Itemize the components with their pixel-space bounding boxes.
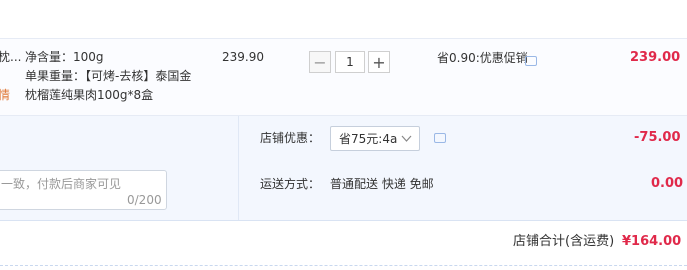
item-attr-fruit: 单果重量：【可烤-去核】泰国金 <box>25 69 192 83</box>
panel-divider <box>238 116 239 220</box>
promo-text: 省0.90:优惠促销 <box>437 51 528 65</box>
shipping-label: 运送方式： <box>260 177 321 191</box>
shop-discount-amount: -75.00 <box>634 130 681 145</box>
message-counter: 0/200 <box>127 193 162 207</box>
quantity-minus-button[interactable]: − <box>309 51 331 73</box>
item-status-fragment: 情 <box>0 88 11 102</box>
section-divider <box>0 265 687 266</box>
item-attr-weight: 净含量：100g <box>25 50 104 64</box>
shop-discount-selected: 省75元:4a <box>339 132 398 146</box>
item-attr-fruit-cont: 枕榴莲纯果肉100g*8盒 <box>25 88 154 102</box>
shop-discount-select[interactable]: 省75元:4a <box>330 126 420 151</box>
shop-total-amount: ¥164.00 <box>622 234 682 249</box>
quantity-plus-button[interactable]: + <box>368 51 390 73</box>
promo-info-icon[interactable] <box>525 56 537 66</box>
shop-total-label: 店铺合计(含运费) <box>513 234 615 249</box>
buyer-message-field[interactable]: 一致，付款后商家可见 0/200 <box>0 170 167 210</box>
unit-price: 239.90 <box>222 50 264 64</box>
item-subtotal: 239.00 <box>630 50 681 65</box>
shipping-method: 普通配送 快递 免邮 <box>330 177 434 191</box>
item-title-fragment[interactable]: 枕... <box>0 48 21 66</box>
shop-discount-label: 店铺优惠： <box>260 131 321 145</box>
message-placeholder: 一致，付款后商家可见 <box>1 177 122 191</box>
chevron-down-icon <box>401 135 412 142</box>
shipping-amount: 0.00 <box>651 176 684 191</box>
discount-info-icon[interactable] <box>434 133 446 143</box>
minus-icon: − <box>313 52 327 72</box>
quantity-input[interactable]: 1 <box>335 51 365 73</box>
plus-icon: + <box>372 52 386 72</box>
